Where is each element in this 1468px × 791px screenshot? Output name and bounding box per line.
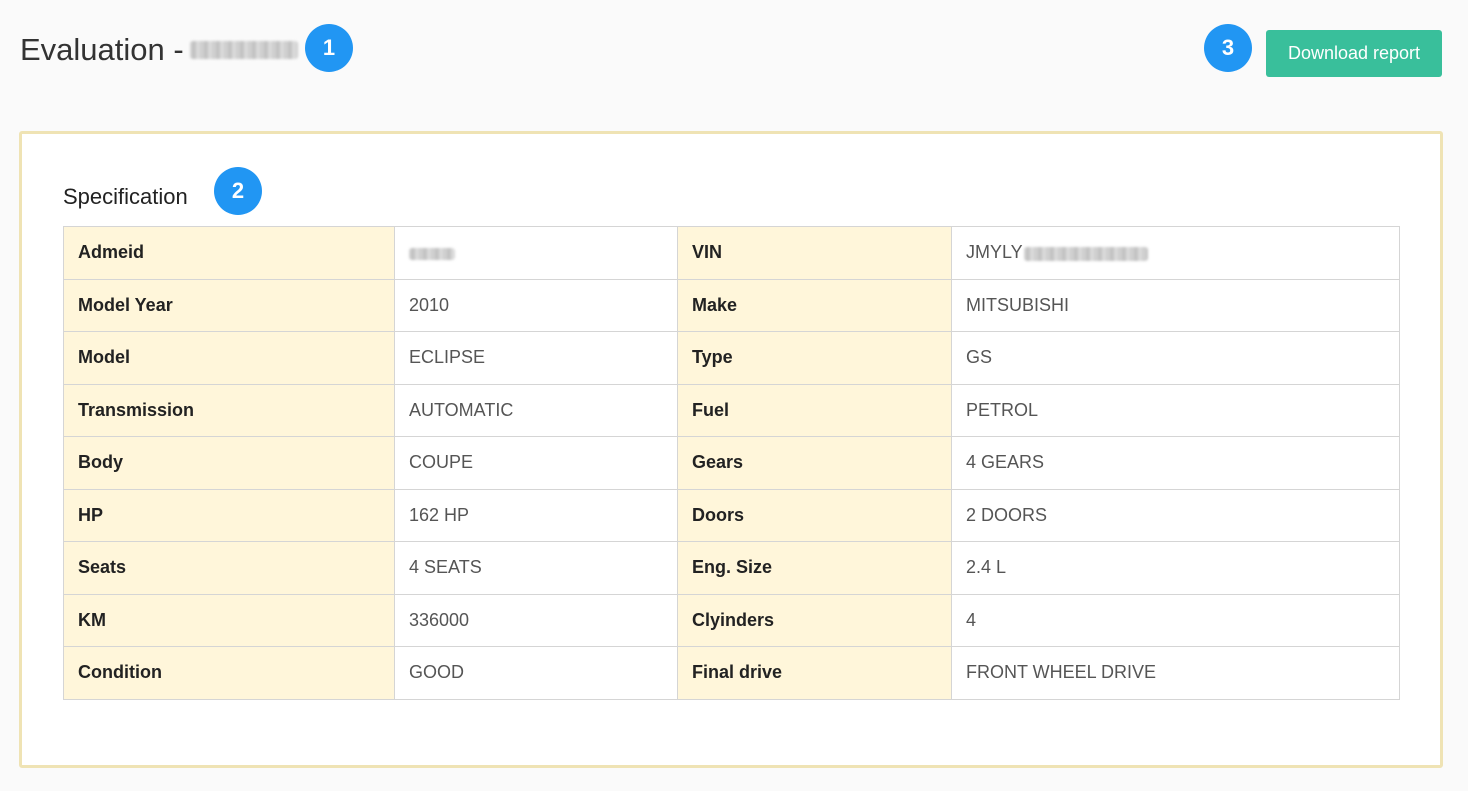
- spec-label: Fuel: [677, 383, 952, 437]
- spec-value-vin: JMYLY: [951, 226, 1400, 280]
- page-header: Evaluation - 1 3 Download report: [0, 0, 1468, 100]
- spec-value: GOOD: [394, 646, 678, 700]
- spec-label: Eng. Size: [677, 541, 952, 595]
- spec-value-admeid: [394, 226, 678, 280]
- redacted-vin: [1023, 246, 1148, 261]
- spec-value: GS: [951, 331, 1400, 385]
- spec-label: HP: [63, 488, 395, 542]
- redacted-admeid: [409, 247, 455, 260]
- annotation-badge-2: 2: [214, 167, 262, 215]
- table-row: Model ECLIPSE Type GS: [63, 331, 1400, 385]
- spec-value: COUPE: [394, 436, 678, 490]
- spec-value: ECLIPSE: [394, 331, 678, 385]
- download-report-button[interactable]: Download report: [1266, 30, 1442, 77]
- table-row: Admeid VIN JMYLY: [63, 226, 1400, 280]
- spec-value: 4 GEARS: [951, 436, 1400, 490]
- spec-value: 2010: [394, 278, 678, 332]
- table-row: Body COUPE Gears 4 GEARS: [63, 436, 1400, 490]
- table-row: HP 162 HP Doors 2 DOORS: [63, 488, 1400, 542]
- page-title: Evaluation -: [20, 30, 298, 70]
- spec-label: Admeid: [63, 226, 395, 280]
- annotation-badge-1: 1: [305, 24, 353, 72]
- spec-value: PETROL: [951, 383, 1400, 437]
- spec-label: Type: [677, 331, 952, 385]
- spec-label: Model: [63, 331, 395, 385]
- spec-value: 2.4 L: [951, 541, 1400, 595]
- redacted-vehicle-name: [189, 41, 298, 59]
- annotation-badge-3: 3: [1204, 24, 1252, 72]
- spec-value: FRONT WHEEL DRIVE: [951, 646, 1400, 700]
- spec-label: Final drive: [677, 646, 952, 700]
- table-row: Condition GOOD Final drive FRONT WHEEL D…: [63, 646, 1400, 700]
- vin-prefix: JMYLY: [966, 242, 1023, 263]
- spec-value: MITSUBISHI: [951, 278, 1400, 332]
- spec-label: KM: [63, 593, 395, 647]
- specification-card: Specification 2 Admeid VIN JMYLY Model Y…: [19, 131, 1443, 768]
- table-row: Model Year 2010 Make MITSUBISHI: [63, 278, 1400, 332]
- spec-value: 4 SEATS: [394, 541, 678, 595]
- spec-label: Model Year: [63, 278, 395, 332]
- spec-label: Make: [677, 278, 952, 332]
- spec-label: Seats: [63, 541, 395, 595]
- spec-label: VIN: [677, 226, 952, 280]
- specification-table: Admeid VIN JMYLY Model Year 2010 Make MI…: [63, 226, 1400, 700]
- spec-label: Clyinders: [677, 593, 952, 647]
- spec-label: Body: [63, 436, 395, 490]
- spec-label: Transmission: [63, 383, 395, 437]
- table-row: Transmission AUTOMATIC Fuel PETROL: [63, 383, 1400, 437]
- page-title-text: Evaluation -: [20, 32, 184, 67]
- table-row: Seats 4 SEATS Eng. Size 2.4 L: [63, 541, 1400, 595]
- spec-value: 4: [951, 593, 1400, 647]
- spec-label: Doors: [677, 488, 952, 542]
- spec-label: Gears: [677, 436, 952, 490]
- spec-value: AUTOMATIC: [394, 383, 678, 437]
- specification-title: Specification: [63, 184, 188, 209]
- spec-value: 2 DOORS: [951, 488, 1400, 542]
- spec-value: 336000: [394, 593, 678, 647]
- table-row: KM 336000 Clyinders 4: [63, 593, 1400, 647]
- spec-label: Condition: [63, 646, 395, 700]
- spec-value: 162 HP: [394, 488, 678, 542]
